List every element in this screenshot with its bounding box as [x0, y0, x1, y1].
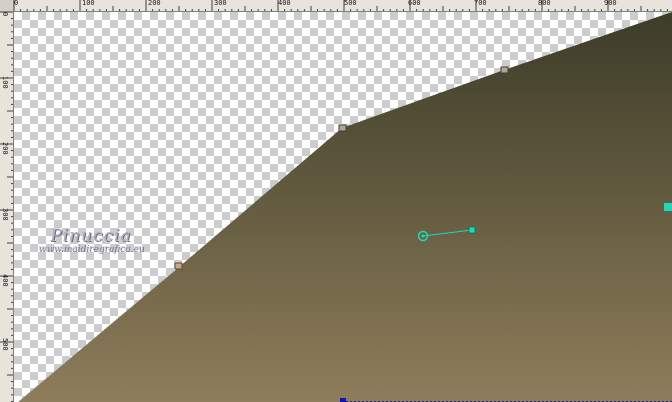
ruler-tick-marks — [0, 12, 13, 402]
image-canvas[interactable]: Pinuccia www.maidiregrafica.eu — [14, 12, 672, 402]
vector-node-handle[interactable] — [500, 66, 509, 74]
vector-node-handle[interactable] — [338, 124, 347, 132]
ruler-tick-marks — [14, 0, 668, 11]
edge-handle-right[interactable] — [664, 203, 672, 211]
gradient-fill-shape[interactable] — [18, 12, 672, 402]
ruler-corner — [0, 0, 14, 12]
vertical-ruler[interactable]: 0 100 200 300 400 500 — [0, 12, 14, 402]
vector-node-handle[interactable] — [174, 262, 183, 270]
image-editor-window: 0 100 200 300 400 500 600 700 800 900 0 … — [0, 0, 672, 402]
gradient-end-handle[interactable] — [468, 226, 476, 234]
vector-shape-layer[interactable] — [14, 12, 672, 402]
gradient-start-handle-dot — [421, 234, 425, 238]
canvas-marker-bottom[interactable] — [340, 398, 346, 402]
horizontal-ruler[interactable]: 0 100 200 300 400 500 600 700 800 900 — [14, 0, 672, 12]
